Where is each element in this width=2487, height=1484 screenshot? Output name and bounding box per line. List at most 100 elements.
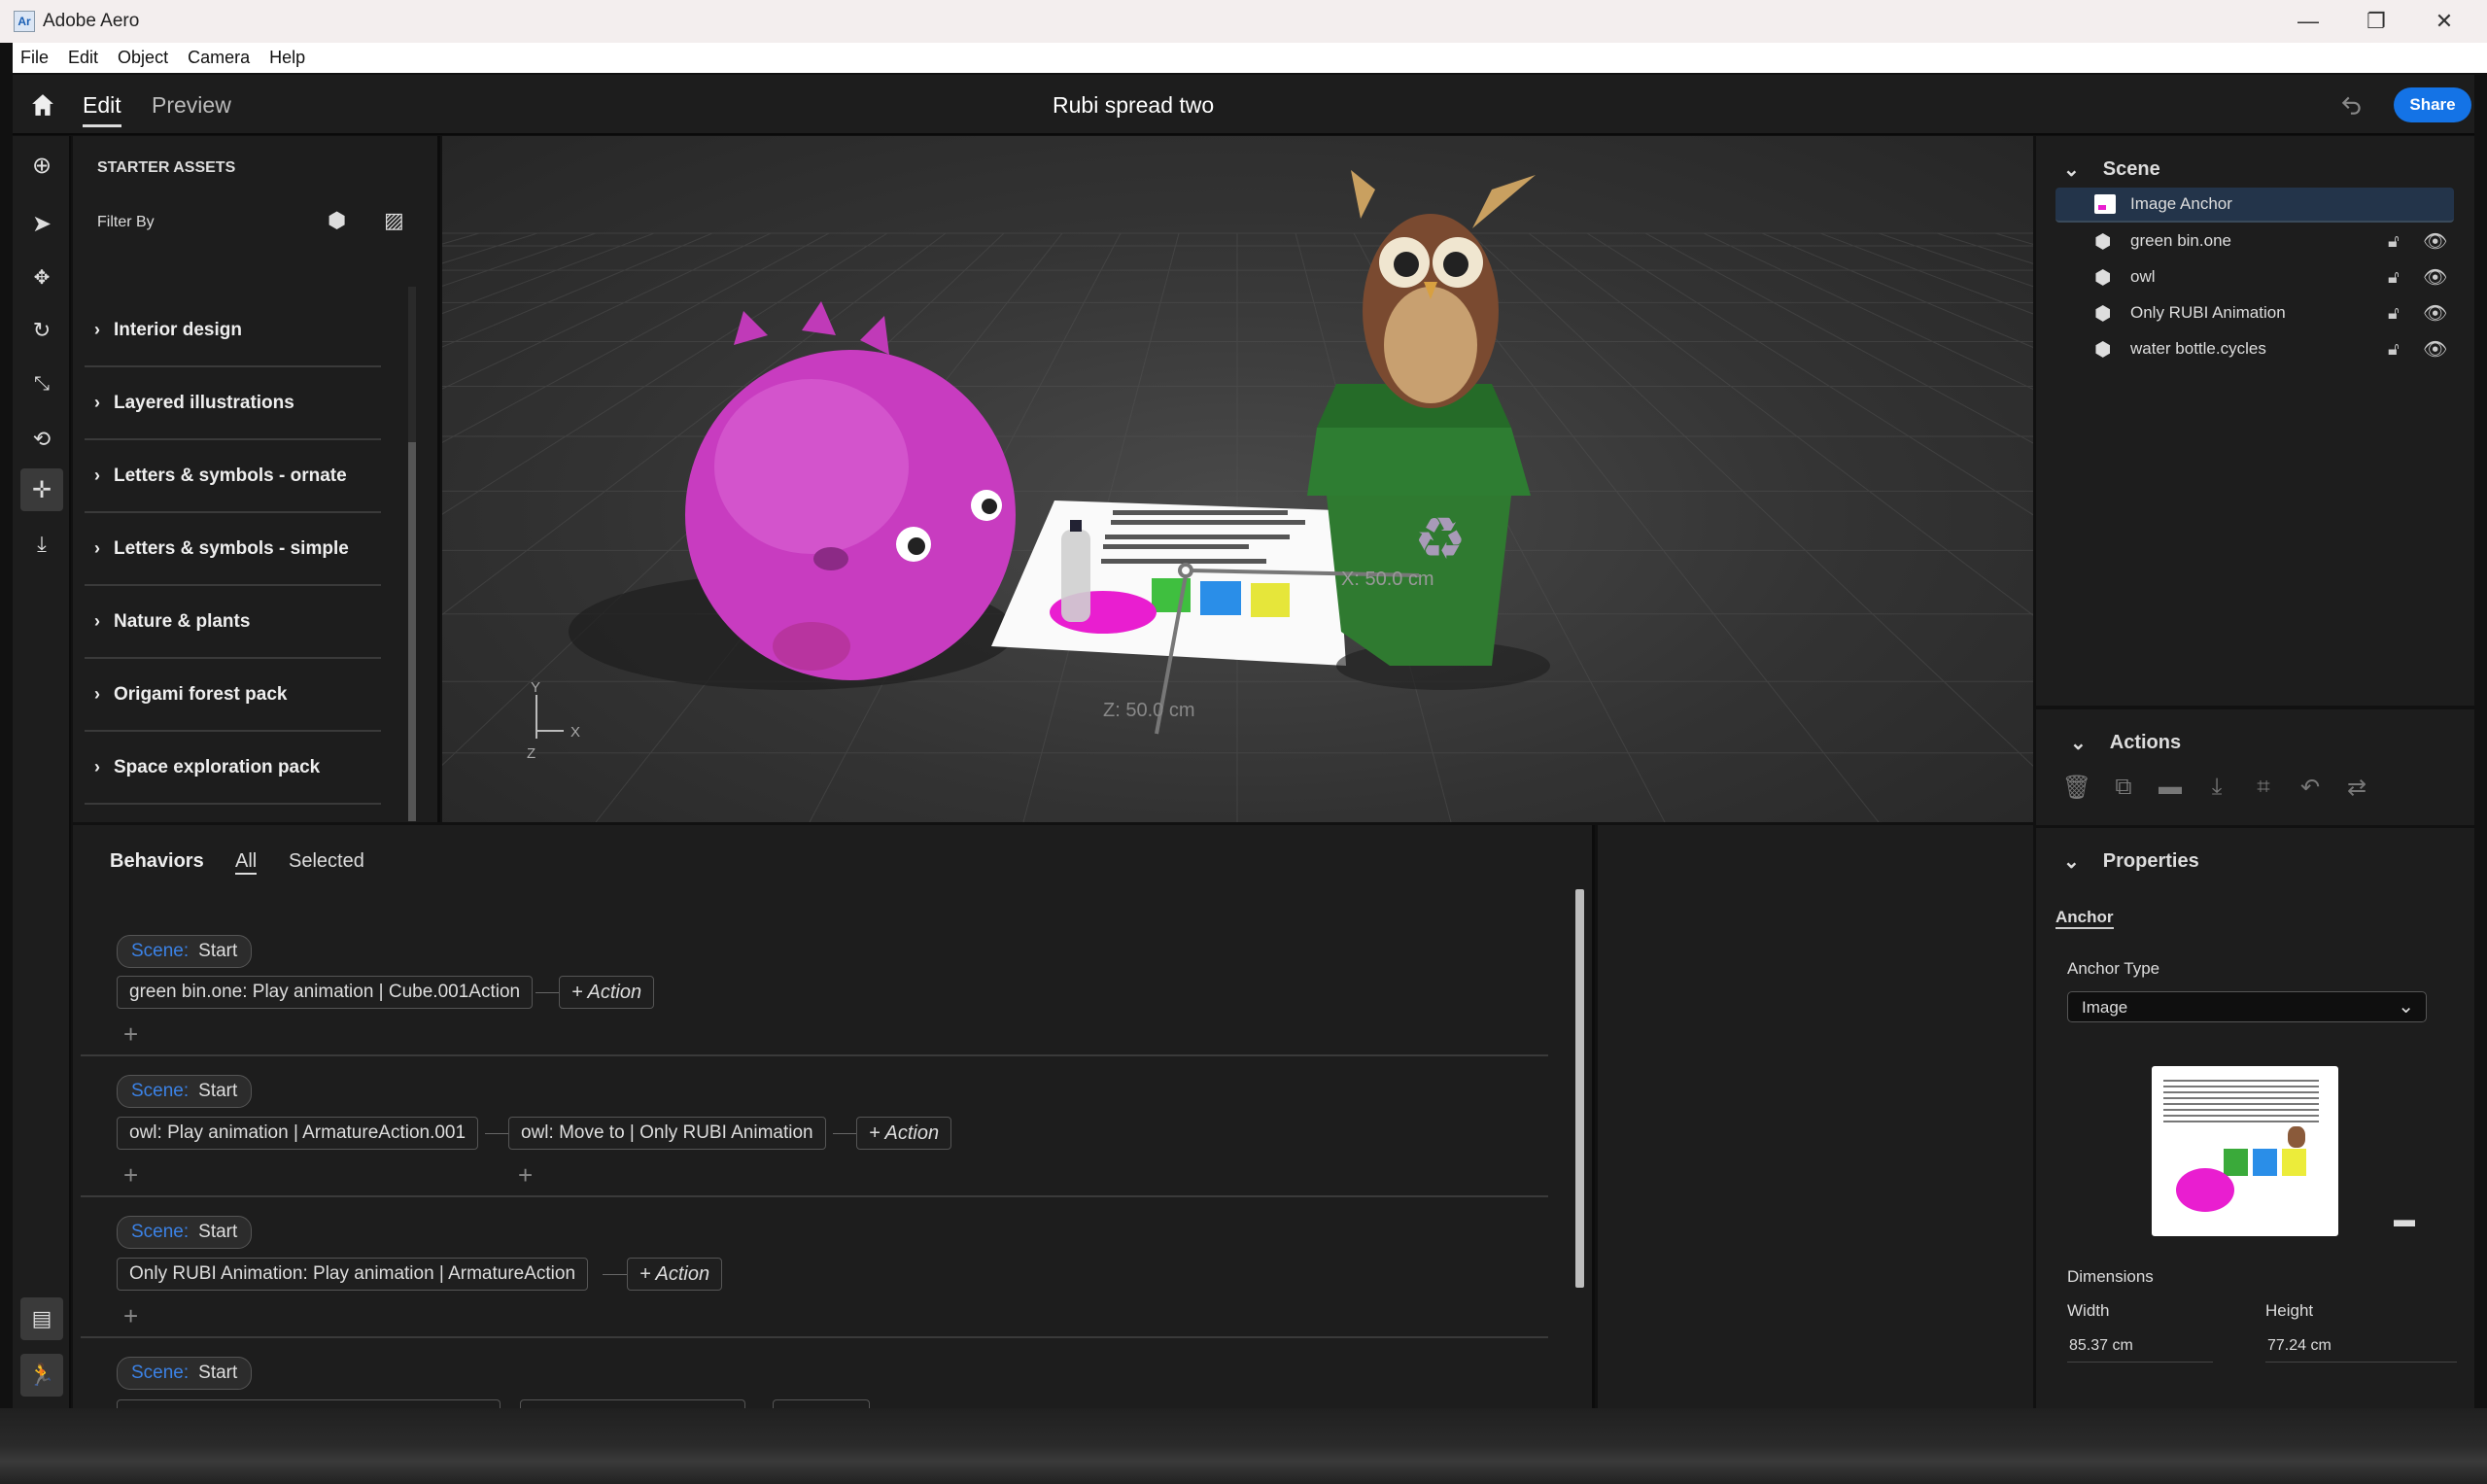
- assets-scrollbar[interactable]: [408, 287, 416, 821]
- trigger-scene-start[interactable]: Scene: Start: [117, 1216, 253, 1249]
- cube-icon: ⬢: [2094, 339, 2112, 361]
- chevron-right-icon: ›: [94, 393, 100, 412]
- trigger-scene-start[interactable]: Scene: Start: [117, 935, 253, 968]
- filter-image-icon[interactable]: ▨: [384, 208, 404, 233]
- filter-3d-icon[interactable]: ⬢: [328, 208, 346, 233]
- menu-object[interactable]: Object: [118, 48, 168, 68]
- drop-tool-icon[interactable]: ⤓: [20, 523, 63, 566]
- actions-panel: ⌄ Actions 🗑 ⧉ ▬ ⤓ ⌗ ↶ ⇄: [2036, 709, 2474, 825]
- rubi-monster-model: [685, 301, 1016, 680]
- starter-assets-panel: STARTER ASSETS Filter By ⬢ ▨ › Interior d…: [73, 136, 440, 878]
- height-input[interactable]: 77.24 cm: [2265, 1333, 2457, 1363]
- action-card-partial[interactable]: [520, 1399, 745, 1408]
- unlock-icon[interactable]: 🔓︎: [2388, 303, 2400, 324]
- add-behavior-plus[interactable]: +: [123, 1301, 138, 1331]
- anchor-type-select[interactable]: Image ⌄: [2067, 991, 2427, 1022]
- chevron-right-icon: ›: [94, 684, 100, 704]
- add-behavior-plus[interactable]: +: [123, 1019, 138, 1050]
- visibility-eye-icon[interactable]: 👁︎: [2423, 301, 2447, 326]
- reset-icon[interactable]: ↶: [2297, 774, 2324, 801]
- app-title: Adobe Aero: [43, 11, 140, 31]
- folder-icon[interactable]: ▬: [2157, 774, 2184, 801]
- visibility-eye-icon[interactable]: 👁︎: [2423, 337, 2447, 362]
- trigger-scene-start[interactable]: Scene: Start: [117, 1075, 253, 1108]
- action-card-partial[interactable]: [117, 1399, 501, 1408]
- fit-icon[interactable]: ⌗: [2250, 774, 2277, 801]
- restore-button[interactable]: ❐: [2342, 0, 2410, 43]
- asset-category[interactable]: › Letters & symbols - ornate: [85, 440, 381, 513]
- drop-to-ground-icon[interactable]: ⤓: [2203, 774, 2230, 801]
- move-tool-icon[interactable]: ✥: [20, 256, 63, 298]
- behaviors-tab-all[interactable]: All: [235, 850, 258, 875]
- action-card[interactable]: owl: Play animation | ArmatureAction.001: [117, 1117, 479, 1150]
- menu-edit[interactable]: Edit: [68, 48, 98, 68]
- add-action-button[interactable]: + Action: [856, 1117, 952, 1150]
- scale-tool-icon[interactable]: ⤡: [20, 362, 63, 405]
- scene-panel: ⌄ Scene Image Anchor ⬢ green bin.one 🔓︎ 👁︎ ⬢ ow…: [2036, 136, 2474, 706]
- add-object-icon[interactable]: ⊕: [20, 144, 63, 187]
- height-label: Height: [2265, 1301, 2314, 1320]
- assets-panel-icon[interactable]: ▤: [20, 1297, 63, 1340]
- minimize-button[interactable]: —: [2274, 0, 2342, 43]
- close-window-button[interactable]: ✕: [2410, 0, 2478, 43]
- trigger-scene-start[interactable]: Scene: Start: [117, 1357, 253, 1390]
- paper-yellow-bin: [1251, 583, 1290, 617]
- behaviors-tab-selected[interactable]: Selected: [289, 850, 364, 873]
- asset-category[interactable]: › Space exploration pack: [85, 732, 381, 805]
- actions-header[interactable]: ⌄ Actions: [2070, 731, 2181, 755]
- width-input[interactable]: 85.37 cm: [2067, 1333, 2213, 1363]
- asset-category[interactable]: › Interior design: [85, 294, 381, 367]
- duplicate-icon[interactable]: ⧉: [2110, 774, 2137, 801]
- home-icon[interactable]: [30, 92, 55, 118]
- replace-icon[interactable]: ⇄: [2343, 774, 2370, 801]
- anchor-tab[interactable]: Anchor: [2055, 908, 2114, 929]
- behaviors-scrollbar[interactable]: [1575, 889, 1584, 1288]
- share-button[interactable]: Share: [2394, 87, 2471, 122]
- pan-tool-icon[interactable]: ✛: [20, 468, 63, 511]
- behaviors-panel-icon[interactable]: 🏃: [20, 1354, 63, 1397]
- actions-title: Actions: [2109, 732, 2182, 753]
- unlock-icon[interactable]: 🔓︎: [2388, 231, 2400, 252]
- menu-bar: File Edit Object Camera Help: [13, 43, 2487, 73]
- select-tool-icon[interactable]: ➤: [20, 202, 63, 245]
- tab-preview[interactable]: Preview: [152, 92, 231, 119]
- rotate-tool-icon[interactable]: ↻: [20, 309, 63, 352]
- x-measure-label: X: 50.0 cm: [1341, 569, 1434, 590]
- scene-item[interactable]: ⬢ owl 🔓︎ 👁︎: [2055, 259, 2454, 294]
- add-action-button[interactable]: + Action: [627, 1258, 723, 1291]
- path-tool-icon[interactable]: ⟲: [20, 418, 63, 461]
- action-card[interactable]: Only RUBI Animation: Play animation | Ar…: [117, 1258, 589, 1291]
- unlock-icon[interactable]: 🔓︎: [2388, 267, 2400, 288]
- water-bottle-model: [1061, 530, 1090, 622]
- undo-icon[interactable]: [2338, 92, 2366, 118]
- action-card-partial[interactable]: [773, 1399, 870, 1408]
- properties-header[interactable]: ⌄ Properties: [2063, 849, 2199, 874]
- scene-item[interactable]: ⬢ green bin.one 🔓︎ 👁︎: [2055, 224, 2454, 259]
- trash-icon[interactable]: 🗑: [2062, 774, 2091, 801]
- unlock-icon[interactable]: 🔓︎: [2388, 339, 2400, 360]
- dimensions-label: Dimensions: [2067, 1267, 2154, 1286]
- visibility-eye-icon[interactable]: 👁︎: [2423, 265, 2447, 290]
- asset-category[interactable]: › Letters & symbols - simple: [85, 513, 381, 586]
- add-behavior-plus[interactable]: +: [123, 1160, 138, 1191]
- menu-help[interactable]: Help: [269, 48, 305, 68]
- action-card[interactable]: green bin.one: Play animation | Cube.001…: [117, 976, 534, 1009]
- folder-icon[interactable]: ▬: [2394, 1207, 2415, 1232]
- scene-item-label: owl: [2130, 267, 2156, 286]
- scene-item[interactable]: ⬢ Only RUBI Animation 🔓︎ 👁︎: [2055, 295, 2454, 330]
- tab-edit[interactable]: Edit: [83, 92, 121, 127]
- add-behavior-plus[interactable]: +: [518, 1160, 533, 1191]
- scene-header[interactable]: ⌄ Scene: [2063, 157, 2160, 182]
- action-card[interactable]: owl: Move to | Only RUBI Animation: [508, 1117, 826, 1150]
- visibility-eye-icon[interactable]: 👁︎: [2423, 229, 2447, 254]
- add-action-button[interactable]: + Action: [559, 976, 655, 1009]
- asset-category[interactable]: › Origami forest pack: [85, 659, 381, 732]
- scene-item[interactable]: ⬢ water bottle.cycles 🔓︎ 👁︎: [2055, 331, 2454, 366]
- asset-category[interactable]: › Layered illustrations: [85, 367, 381, 440]
- menu-file[interactable]: File: [20, 48, 49, 68]
- asset-category[interactable]: › Nature & plants: [85, 586, 381, 659]
- menu-camera[interactable]: Camera: [188, 48, 250, 68]
- scene-canvas[interactable]: ♻ X: 50.0 cm Z: 50.0 cm Y X Z: [442, 136, 2033, 822]
- 3d-viewport[interactable]: ♻ X: 50.0 cm Z: 50.0 cm Y X Z: [442, 136, 2033, 822]
- scene-item[interactable]: Image Anchor: [2055, 188, 2454, 223]
